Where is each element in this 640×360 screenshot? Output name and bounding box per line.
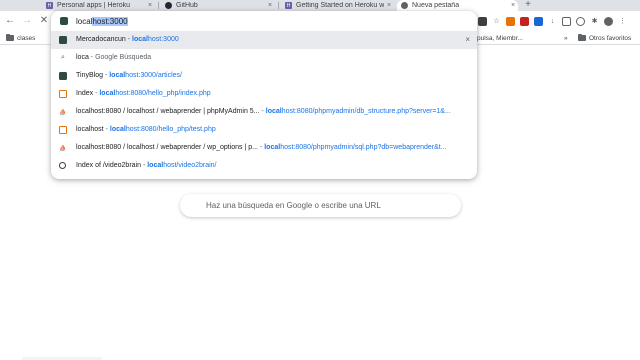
avatar[interactable]: [604, 16, 613, 26]
bookmark-folder-others[interactable]: Otros favoritos: [578, 33, 631, 43]
page-icon: [59, 90, 67, 98]
stop-button[interactable]: ✕: [38, 15, 50, 27]
suggestion-item[interactable]: localhost - localhost:8080/hello_php/tes…: [51, 121, 477, 139]
extension-icon[interactable]: [534, 16, 543, 26]
site-favicon-icon: [60, 17, 68, 25]
suggestion-item[interactable]: TinyBlog - localhost:3000/articles/: [51, 67, 477, 85]
page-icon: [59, 126, 67, 134]
tab-heroku-apps[interactable]: H Personal apps | Heroku ×: [42, 0, 155, 11]
ntp-search-box[interactable]: Haz una búsqueda en Google o escribe una…: [180, 194, 461, 217]
tab-heroku-getting-started[interactable]: H Getting Started on Heroku with... ×: [281, 0, 394, 11]
download-icon[interactable]: ↓: [548, 17, 557, 26]
extension-icon[interactable]: [520, 16, 529, 26]
suggestion-item[interactable]: ⛵ localhost:8080 / localhost / webaprend…: [51, 103, 477, 121]
address-bar-input[interactable]: localhost:3000: [76, 15, 128, 28]
tab-new-tab[interactable]: Nueva pestaña ×: [397, 0, 518, 11]
heroku-icon: H: [285, 2, 292, 9]
chrome-icon: [401, 2, 408, 9]
heroku-icon: H: [46, 2, 53, 9]
extensions-bar: ☆ ↓ ✱ ⋮: [478, 15, 627, 27]
extension-icon[interactable]: [506, 16, 515, 26]
search-icon: ⌕: [61, 54, 65, 61]
site-favicon-icon: [59, 72, 67, 80]
menu-icon[interactable]: ⋮: [618, 17, 627, 26]
close-icon[interactable]: ×: [384, 2, 394, 9]
suggestion-item[interactable]: Index - localhost:8080/hello_php/index.p…: [51, 85, 477, 103]
folder-icon: [6, 34, 14, 41]
puzzle-icon[interactable]: ✱: [590, 17, 599, 26]
remove-suggestion-button[interactable]: ×: [465, 31, 470, 49]
bookmark-folder-clases[interactable]: clases: [6, 33, 35, 43]
tab-github[interactable]: GitHub ×: [161, 0, 275, 11]
close-icon[interactable]: ×: [145, 2, 155, 9]
extension-icon[interactable]: [478, 16, 487, 26]
back-button[interactable]: ←: [4, 15, 16, 27]
bookmarks-overflow-button[interactable]: »: [564, 33, 568, 43]
extension-icon[interactable]: [562, 16, 571, 26]
globe-icon: [59, 162, 66, 169]
suggestion-item[interactable]: Index of /video2brain - localhost/video2…: [51, 157, 477, 175]
tab-strip: H Personal apps | Heroku × GitHub × H Ge…: [0, 0, 640, 11]
close-icon[interactable]: ×: [508, 2, 518, 9]
close-icon[interactable]: ×: [265, 2, 275, 9]
suggestion-item[interactable]: ⛵ localhost:8080 / localhost / webaprend…: [51, 139, 477, 157]
bookmark-item[interactable]: pulsa, Miembr...: [477, 33, 523, 43]
suggestion-item[interactable]: Mercadocancun - localhost:3000 ×: [51, 31, 477, 49]
omnibox-dropdown: localhost:3000 Mercadocancun - localhost…: [51, 11, 477, 179]
bookmark-icon[interactable]: ☆: [492, 17, 501, 26]
extension-icon[interactable]: [576, 16, 585, 26]
site-favicon-icon: [59, 36, 67, 44]
suggestion-item[interactable]: ⌕ loca - Google Búsqueda: [51, 49, 477, 67]
ntp-search-placeholder: Haz una búsqueda en Google o escribe una…: [206, 201, 381, 210]
github-icon: [165, 2, 172, 9]
forward-button[interactable]: →: [21, 15, 33, 27]
phpmyadmin-icon: ⛵: [59, 109, 67, 116]
folder-icon: [578, 34, 586, 41]
new-tab-button[interactable]: +: [522, 0, 534, 11]
phpmyadmin-icon: ⛵: [59, 145, 67, 152]
